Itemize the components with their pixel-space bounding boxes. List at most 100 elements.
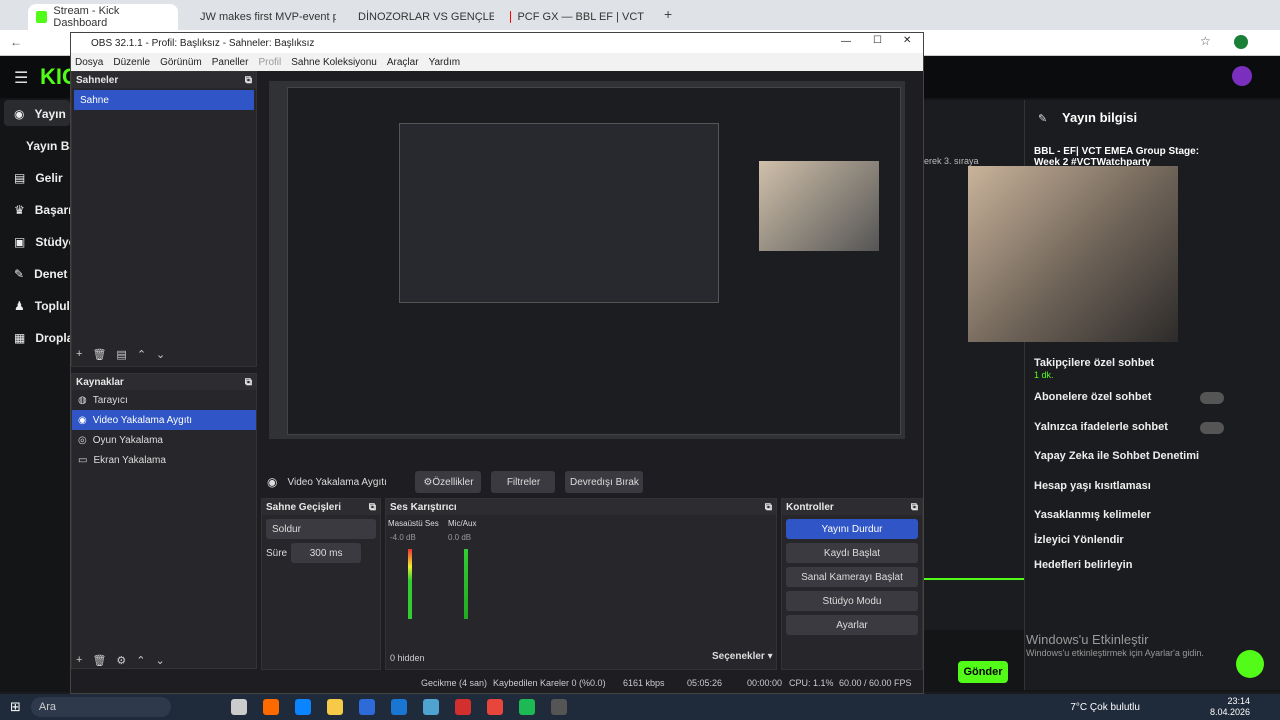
back-icon[interactable]: ← [10,35,22,49]
app-icon[interactable] [454,699,471,715]
dock-float-icon[interactable]: ⧉ [245,75,252,86]
task-view-icon[interactable] [230,699,247,715]
status-dropped: Kaybedilen Kareler 0 (%0.0) [493,678,606,688]
menu-yardim[interactable]: Yardım [429,57,461,68]
monitor-icon: ▭ [78,454,88,466]
nav-yayin[interactable]: ◉ Yayın [14,107,66,121]
menu-profil[interactable]: Profil [258,57,281,68]
nav-basari[interactable]: ♛ Başarı [14,203,71,217]
tab-kick[interactable]: Stream - Kick Dashboard [28,4,178,30]
menu-dosya[interactable]: Dosya [75,57,103,68]
source-item[interactable]: ◎ Oyun Yakalama [72,430,256,450]
minimize-icon[interactable]: — [841,36,851,47]
filters-button[interactable]: Filtreler [491,471,556,493]
sources-title: Kaynaklar [76,376,124,388]
store-icon[interactable] [358,699,375,715]
nav-denet[interactable]: ✎ Denet [14,267,67,281]
scene-item[interactable]: Sahne [74,90,254,110]
deactivate-button[interactable]: Devredışı Bırak [565,471,644,493]
close-icon[interactable]: ✕ [903,35,911,46]
emotes-toggle[interactable] [1200,422,1224,434]
nav-gelir[interactable]: ▤ Gelir [14,171,63,185]
chat-setting-goals[interactable]: Hedefleri belirleyin [1034,559,1132,571]
kick-favicon-icon [36,11,48,23]
chat-setting-followers[interactable]: Takipçilere özel sohbet [1034,357,1154,369]
profile-avatar[interactable] [1234,35,1248,49]
app-icon[interactable] [422,699,439,715]
nav-yayin-ba[interactable]: Yayın Ba [26,139,76,153]
outlook-icon[interactable] [390,699,407,715]
menu-icon[interactable]: ☰ [14,68,28,88]
maximize-icon[interactable]: ☐ [873,35,882,46]
chat-setting-raid[interactable]: İzleyici Yönlendir [1034,534,1124,546]
menu-gorunum[interactable]: Görünüm [160,57,202,68]
bookmark-star-icon[interactable]: ☆ [1200,34,1211,48]
chat-setting-account-age[interactable]: Hesap yaşı kısıtlaması [1034,480,1151,492]
chat-setting-banned-words[interactable]: Yasaklanmış kelimeler [1034,509,1151,521]
gear-icon[interactable]: ⚙ [116,654,126,667]
menu-duzenle[interactable]: Düzenle [113,57,150,68]
weather-text[interactable]: 7°C Çok bulutlu [1070,702,1140,713]
start-recording-button[interactable]: Kaydı Başlat [786,543,918,563]
chat-setting-ai-moderation[interactable]: Yapay Zeka ile Sohbet Denetimi [1034,450,1199,462]
up-icon[interactable]: ⌃ [137,348,146,361]
dock-float-icon[interactable]: ⧉ [911,502,918,513]
copilot-icon[interactable] [262,699,279,715]
chat-setting-subscribers[interactable]: Abonelere özel sohbet [1034,391,1151,403]
obs-preview[interactable] [269,81,905,439]
clock[interactable]: 23:14 8.04.2026 [1210,696,1250,718]
filter-icon[interactable]: ▤ [116,348,126,361]
source-item[interactable]: ◍ Tarayıcı [72,390,256,410]
down-icon[interactable]: ⌄ [156,654,165,667]
add-icon[interactable]: + [76,348,82,361]
chat-setting-emotes[interactable]: Yalnızca ifadelerle sohbet [1034,421,1168,433]
nav-studyo[interactable]: ▣ Stüdyo [14,235,76,249]
active-source-label: Video Yakalama Aygıtı [287,476,387,488]
subscribers-toggle[interactable] [1200,392,1224,404]
new-tab-button[interactable]: + [664,6,672,22]
settings-button[interactable]: Ayarlar [786,615,918,635]
dock-float-icon[interactable]: ⧉ [245,377,252,388]
trash-icon[interactable]: 🗑 [92,654,106,667]
transitions-dock: Sahne Geçişleri ⧉ Soldur Süre 300 ms [261,498,381,670]
taskbar-search[interactable]: Ara [30,697,171,717]
tab-jw[interactable]: JW makes first MVP-event play [186,4,336,30]
studio-mode-button[interactable]: Stüdyo Modu [786,591,918,611]
nested-webcam [759,161,879,251]
source-item[interactable]: ▭ Ekran Yakalama [72,450,256,470]
menu-araclar[interactable]: Araçlar [387,57,419,68]
virtual-camera-button[interactable]: Sanal Kamerayı Başlat [786,567,918,587]
obs-icon[interactable] [550,699,567,715]
menu-paneller[interactable]: Paneller [212,57,249,68]
up-icon[interactable]: ⌃ [136,654,145,667]
menu-sahne-koleksiyonu[interactable]: Sahne Koleksiyonu [291,57,377,68]
add-icon[interactable]: + [76,654,82,667]
stop-streaming-button[interactable]: Yayını Durdur [786,519,918,539]
tab-youtube-1[interactable]: DİNOZORLAR VS GENÇLER | Ep [344,4,494,30]
duration-label: Süre [266,547,288,559]
send-button[interactable]: Gönder [958,661,1008,683]
properties-button[interactable]: ⚙ Özellikler [415,471,482,493]
windows-start-icon[interactable]: ⊞ [10,699,21,715]
status-rec-time: 00:00:00 [747,678,783,688]
transition-select[interactable]: Soldur [266,519,376,539]
dock-float-icon[interactable]: ⧉ [765,502,772,513]
support-button[interactable] [1236,650,1264,678]
trash-icon[interactable]: 🗑 [92,348,106,361]
down-icon[interactable]: ⌄ [156,348,165,361]
tab-youtube-2[interactable]: PCF GX — BBL EF | VCT [502,4,652,30]
mixer-options-button[interactable]: Seçenekler ▾ [712,651,773,662]
dock-float-icon[interactable]: ⧉ [369,502,376,513]
nav-dropla[interactable]: ▦ Dropla [14,331,73,345]
nav-toplul[interactable]: ♟ Toplul [14,299,70,313]
mic-db: 0.0 dB [448,533,472,542]
chrome-icon[interactable] [486,699,503,715]
mic-meter [464,549,468,619]
duration-input[interactable]: 300 ms [291,543,362,563]
user-avatar[interactable] [1232,66,1252,86]
source-item[interactable]: ◉ Video Yakalama Aygıtı [72,410,256,430]
explorer-icon[interactable] [326,699,343,715]
edge-icon[interactable] [294,699,311,715]
spotify-icon[interactable] [518,699,535,715]
gear-icon: ⚙ [423,476,433,488]
